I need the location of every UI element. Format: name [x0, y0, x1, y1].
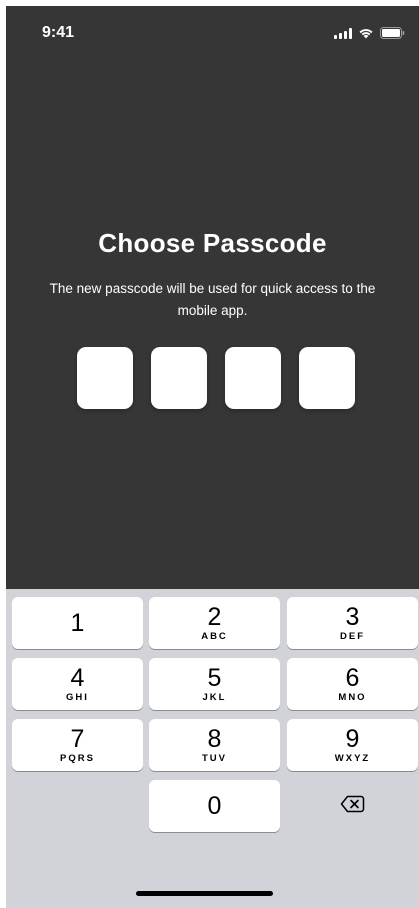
key-7[interactable]: 7 PQRS — [12, 719, 143, 771]
passcode-input[interactable] — [77, 347, 355, 409]
key-3[interactable]: 3 DEF — [287, 597, 418, 649]
status-icons — [334, 26, 405, 40]
key-digit: 5 — [207, 663, 222, 692]
key-digit: 9 — [345, 724, 360, 753]
page-title: Choose Passcode — [98, 228, 327, 258]
key-digit: 8 — [207, 724, 222, 753]
key-8[interactable]: 8 TUV — [149, 719, 280, 771]
key-4[interactable]: 4 GHI — [12, 658, 143, 710]
status-bar: 9:41 — [6, 6, 419, 52]
page-subtitle: The new passcode will be used for quick … — [49, 281, 376, 318]
key-letters: ABC — [201, 630, 228, 642]
key-0[interactable]: 0 — [149, 780, 280, 832]
key-letters: PQRS — [60, 752, 95, 764]
key-digit: 7 — [70, 724, 85, 753]
key-letters: JKL — [202, 691, 227, 703]
key-2[interactable]: 2 ABC — [149, 597, 280, 649]
key-digit: 6 — [345, 663, 360, 692]
passcode-screen: 9:41 Choose Passcode The new passcode wi… — [6, 6, 419, 908]
key-letters: DEF — [340, 630, 365, 642]
passcode-digit-box[interactable] — [151, 347, 207, 409]
key-letters: GHI — [66, 691, 89, 703]
key-digit: 2 — [207, 602, 222, 631]
key-digit: 1 — [70, 609, 85, 637]
wifi-icon — [358, 27, 374, 39]
backspace-icon — [340, 795, 365, 818]
key-6[interactable]: 6 MNO — [287, 658, 418, 710]
numeric-keypad: 1 2 ABC 3 DEF 4 GHI 5 JKL 6 MNO 7 PQRS 8… — [6, 589, 419, 908]
cellular-signal-icon — [334, 27, 352, 39]
battery-icon — [380, 27, 405, 39]
key-digit: 3 — [345, 602, 360, 631]
key-5[interactable]: 5 JKL — [149, 658, 280, 710]
status-time: 9:41 — [42, 24, 75, 41]
key-letters: WXYZ — [334, 752, 371, 764]
passcode-digit-box[interactable] — [225, 347, 281, 409]
delete-button[interactable] — [287, 780, 418, 832]
key-digit: 0 — [207, 792, 222, 820]
key-digit: 4 — [70, 663, 85, 692]
passcode-digit-box[interactable] — [77, 347, 133, 409]
home-indicator[interactable] — [136, 891, 273, 896]
key-9[interactable]: 9 WXYZ — [287, 719, 418, 771]
passcode-digit-box[interactable] — [299, 347, 355, 409]
key-letters: MNO — [338, 691, 367, 703]
key-letters: TUV — [202, 752, 227, 764]
key-1[interactable]: 1 — [12, 597, 143, 649]
